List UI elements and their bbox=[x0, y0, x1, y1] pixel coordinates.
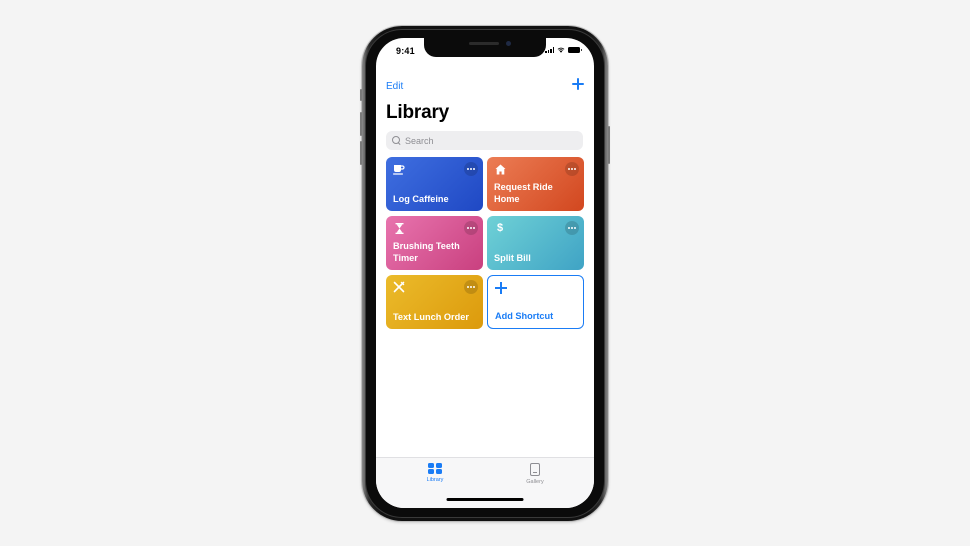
mute-switch bbox=[360, 89, 362, 101]
front-camera bbox=[506, 41, 511, 46]
more-options-button[interactable] bbox=[565, 162, 579, 176]
more-options-button[interactable] bbox=[464, 221, 478, 235]
volume-down-button bbox=[360, 141, 362, 165]
edit-button[interactable]: Edit bbox=[386, 81, 403, 92]
shortcut-card-split-bill[interactable]: $ Split Bill bbox=[487, 216, 584, 270]
more-options-button[interactable] bbox=[464, 162, 478, 176]
notch bbox=[424, 38, 546, 57]
house-icon bbox=[494, 163, 506, 175]
fork-knife-icon bbox=[393, 281, 405, 293]
shortcut-card-brushing-teeth-timer[interactable]: Brushing Teeth Timer bbox=[386, 216, 483, 270]
wifi-icon bbox=[557, 47, 565, 53]
phone-screen: 9:41 Edit Library Search Log Caffeine Re… bbox=[376, 38, 594, 508]
shortcut-card-text-lunch-order[interactable]: Text Lunch Order bbox=[386, 275, 483, 329]
volume-up-button bbox=[360, 112, 362, 136]
cellular-signal-icon bbox=[545, 47, 554, 53]
shortcut-label: Log Caffeine bbox=[393, 194, 449, 204]
shortcut-label: Text Lunch Order bbox=[393, 312, 469, 322]
shortcut-label: Split Bill bbox=[494, 253, 531, 263]
plus-icon bbox=[495, 282, 507, 294]
more-options-button[interactable] bbox=[464, 280, 478, 294]
tab-bar: Library Gallery bbox=[376, 457, 594, 508]
shortcut-label: Brushing Teeth Timer bbox=[393, 241, 460, 263]
shortcuts-grid: Log Caffeine Request Ride Home Brushing … bbox=[386, 157, 584, 329]
shortcut-card-log-caffeine[interactable]: Log Caffeine bbox=[386, 157, 483, 211]
search-input[interactable] bbox=[405, 135, 565, 146]
more-options-button[interactable] bbox=[565, 221, 579, 235]
gallery-icon bbox=[530, 463, 540, 476]
search-bar[interactable] bbox=[386, 131, 583, 150]
tab-library[interactable]: Library bbox=[405, 463, 465, 483]
tab-gallery[interactable]: Gallery bbox=[505, 463, 565, 485]
tab-label: Library bbox=[426, 477, 444, 483]
stage: 9:41 Edit Library Search Log Caffeine Re… bbox=[0, 0, 970, 546]
add-shortcut-plus-button[interactable] bbox=[570, 76, 586, 92]
status-time: 9:41 bbox=[396, 46, 415, 56]
page-title: Library bbox=[386, 102, 450, 123]
add-shortcut-card[interactable]: Add Shortcut bbox=[487, 275, 584, 329]
status-icons bbox=[545, 47, 582, 53]
coffee-cup-icon bbox=[393, 163, 405, 175]
battery-icon bbox=[568, 47, 582, 53]
dollar-icon: $ bbox=[496, 222, 504, 234]
search-icon bbox=[392, 136, 401, 145]
side-button bbox=[608, 126, 610, 164]
add-shortcut-label: Add Shortcut bbox=[495, 311, 554, 321]
tab-label: Gallery bbox=[526, 479, 544, 485]
phone-frame: 9:41 Edit Library Search Log Caffeine Re… bbox=[360, 26, 610, 521]
speaker-grille bbox=[469, 42, 499, 45]
hourglass-icon bbox=[393, 222, 405, 234]
home-indicator[interactable] bbox=[446, 498, 524, 501]
shortcut-label: Request Ride Home bbox=[494, 182, 553, 204]
shortcut-card-request-ride-home[interactable]: Request Ride Home bbox=[487, 157, 584, 211]
library-grid-icon bbox=[428, 463, 442, 474]
